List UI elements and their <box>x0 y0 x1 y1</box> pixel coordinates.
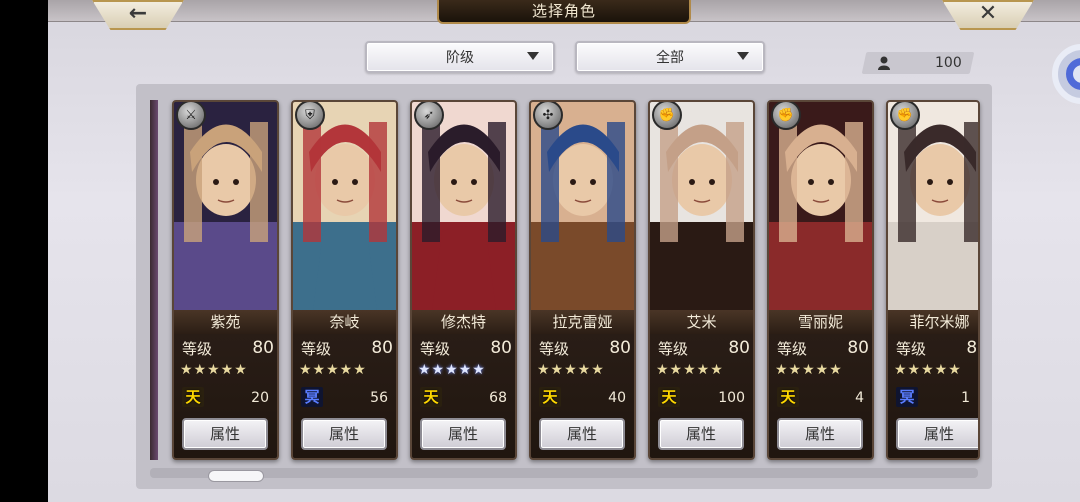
character-name: 菲尔米娜 <box>888 310 978 334</box>
rank-filter-label: 阶级 <box>446 50 474 66</box>
chevron-down-icon <box>737 52 749 60</box>
level-label: 等级 <box>777 340 808 358</box>
attribute-button[interactable]: 属性 <box>777 418 863 450</box>
assist-ring-icon <box>1066 58 1080 90</box>
character-name: 紫苑 <box>174 310 277 334</box>
alignment-badge: 冥 <box>301 387 323 407</box>
character-count-number: 4 <box>855 390 864 406</box>
alignment-badge: 天 <box>539 387 561 407</box>
character-count-value: 100 <box>935 55 962 71</box>
weapon-type-icon: ✊ <box>771 102 801 130</box>
level-row: 等级 80 <box>182 338 274 360</box>
character-name: 修杰特 <box>412 310 515 334</box>
character-portrait <box>531 102 634 310</box>
level-row: 等级 80 <box>777 338 869 360</box>
scroll-track <box>150 468 978 478</box>
level-label: 等级 <box>658 340 689 358</box>
user-icon <box>878 56 890 70</box>
character-name: 艾米 <box>650 310 753 334</box>
alignment-badge: 天 <box>182 387 204 407</box>
character-portrait <box>888 102 978 310</box>
level-value: 80 <box>252 338 274 358</box>
character-card[interactable]: ⛨ 奈岐 等级 80 ★★★★★ 冥 56 属性 <box>291 100 398 460</box>
level-row: 等级 80 <box>301 338 393 360</box>
character-card[interactable]: ⚔ 紫苑 等级 80 ★★★★★ 天 20 属性 <box>172 100 279 460</box>
level-row: 等级 80 <box>539 338 631 360</box>
character-count-number: 68 <box>489 390 507 406</box>
attribute-button[interactable]: 属性 <box>182 418 268 450</box>
character-select-screen: ← 选择角色 ✕ 阶级 全部 100 ⚔ 紫苑 等级 80 ★★★★★ 天 20… <box>48 0 1080 502</box>
character-name: 拉克雷娅 <box>531 310 634 334</box>
category-filter-dropdown[interactable]: 全部 <box>575 41 765 73</box>
close-button[interactable]: ✕ <box>942 0 1034 30</box>
attribute-button[interactable]: 属性 <box>658 418 744 450</box>
close-icon: ✕ <box>978 0 998 26</box>
back-button[interactable]: ← <box>92 0 184 30</box>
level-label: 等级 <box>539 340 570 358</box>
character-card[interactable]: ✣ 拉克雷娅 等级 80 ★★★★★ 天 40 属性 <box>529 100 636 460</box>
character-portrait <box>293 102 396 310</box>
chevron-down-icon <box>527 52 539 60</box>
weapon-type-icon: ⛨ <box>295 102 325 130</box>
previous-card-edge[interactable] <box>150 100 158 460</box>
category-filter-label: 全部 <box>656 50 684 66</box>
rarity-stars: ★★★★★ <box>656 362 724 378</box>
character-count-number: 1 <box>961 390 970 406</box>
attribute-button[interactable]: 属性 <box>896 418 978 450</box>
character-count-number: 20 <box>251 390 269 406</box>
level-label: 等级 <box>301 340 332 358</box>
rank-filter-dropdown[interactable]: 阶级 <box>365 41 555 73</box>
rarity-stars: ★★★★★ <box>537 362 605 378</box>
weapon-type-icon: ✊ <box>890 102 920 130</box>
level-label: 等级 <box>420 340 451 358</box>
character-portrait <box>650 102 753 310</box>
level-row: 等级 80 <box>896 338 978 360</box>
character-portrait <box>174 102 277 310</box>
attribute-button[interactable]: 属性 <box>539 418 625 450</box>
character-portrait <box>412 102 515 310</box>
character-count-number: 100 <box>718 390 745 406</box>
character-card[interactable]: ✊ 艾米 等级 80 ★★★★★ 天 100 属性 <box>648 100 755 460</box>
attribute-button[interactable]: 属性 <box>420 418 506 450</box>
weapon-type-icon: ⚔ <box>176 102 206 130</box>
weapon-type-icon: ➶ <box>414 102 444 130</box>
level-row: 等级 80 <box>658 338 750 360</box>
alignment-badge: 天 <box>658 387 680 407</box>
character-name: 奈岐 <box>293 310 396 334</box>
back-arrow-icon: ← <box>128 0 148 26</box>
page-title: 选择角色 <box>437 0 691 24</box>
rarity-stars: ★★★★★ <box>418 362 486 378</box>
level-value: 80 <box>609 338 631 358</box>
alignment-badge: 冥 <box>896 387 918 407</box>
rarity-stars: ★★★★★ <box>894 362 962 378</box>
character-card[interactable]: ✊ 菲尔米娜 等级 80 ★★★★★ 冥 1 属性 <box>886 100 980 460</box>
rarity-stars: ★★★★★ <box>180 362 248 378</box>
level-value: 80 <box>847 338 869 358</box>
rarity-stars: ★★★★★ <box>299 362 367 378</box>
attribute-button[interactable]: 属性 <box>301 418 387 450</box>
horizontal-scrollbar[interactable] <box>208 470 264 482</box>
level-value: 80 <box>490 338 512 358</box>
weapon-type-icon: ✊ <box>652 102 682 130</box>
floating-assist-button[interactable] <box>1052 44 1080 104</box>
alignment-badge: 天 <box>777 387 799 407</box>
level-value: 80 <box>371 338 393 358</box>
weapon-type-icon: ✣ <box>533 102 563 130</box>
character-name: 雪丽妮 <box>769 310 872 334</box>
character-count: 100 <box>861 52 975 74</box>
character-portrait <box>769 102 872 310</box>
character-card[interactable]: ✊ 雪丽妮 等级 80 ★★★★★ 天 4 属性 <box>767 100 874 460</box>
level-label: 等级 <box>182 340 213 358</box>
character-card[interactable]: ➶ 修杰特 等级 80 ★★★★★ 天 68 属性 <box>410 100 517 460</box>
level-value: 80 <box>728 338 750 358</box>
rarity-stars: ★★★★★ <box>775 362 843 378</box>
level-row: 等级 80 <box>420 338 512 360</box>
character-count-number: 40 <box>608 390 626 406</box>
alignment-badge: 天 <box>420 387 442 407</box>
level-value: 80 <box>966 338 978 358</box>
level-label: 等级 <box>896 340 927 358</box>
character-count-number: 56 <box>370 390 388 406</box>
